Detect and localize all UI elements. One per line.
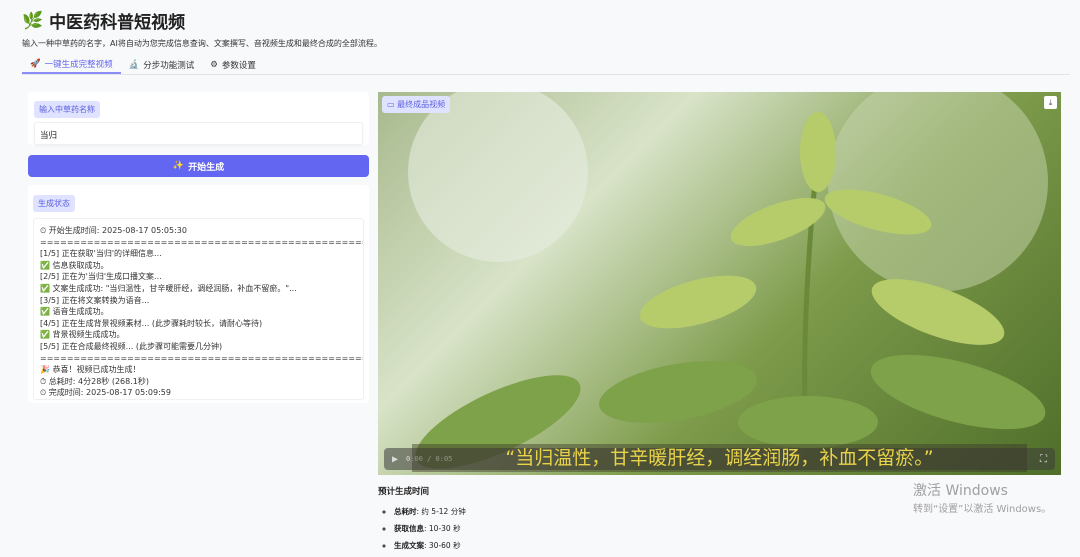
page-description: 输入一种中草药的名字，AI将自动为您完成信息查询、文案撰写、音视频生成和最终合成… [22, 39, 382, 48]
tab-bar: 🚀 一键生成完整视频 🔬 分步功能测试 ⚙ 参数设置 [22, 56, 1070, 75]
estimate-item: 总耗时: 约 5-12 分钟 [394, 506, 466, 517]
herb-icon: 🌿 [22, 10, 44, 31]
windows-activation-watermark: 激活 Windows 转到“设置”以激活 Windows。 [913, 483, 1052, 515]
gear-icon: ⚙ [210, 60, 218, 70]
tab-step-test[interactable]: 🔬 分步功能测试 [121, 56, 203, 74]
video-camera-icon: ▭ [387, 100, 398, 109]
estimate-item: 获取信息: 10-30 秒 [394, 523, 466, 534]
herb-input-label: 输入中草药名称 [34, 101, 100, 118]
video-subtitle: “当归温性，甘辛暖肝经，调经润肠，补血不留瘀。” [412, 444, 1027, 472]
fullscreen-icon[interactable]: ⛶ [1040, 454, 1047, 465]
herb-name-input[interactable]: 当归 [34, 122, 363, 145]
video-player[interactable]: ▭ 最终成品视频 ⤓ ▶ 0:00 / 0:05 ⛶ “当归温性，甘辛暖肝经，调… [378, 92, 1061, 475]
tab-settings[interactable]: ⚙ 参数设置 [202, 56, 264, 74]
play-icon[interactable]: ▶ [392, 454, 398, 465]
status-label: 生成状态 [33, 195, 75, 212]
rocket-icon: 🚀 [30, 59, 41, 69]
tab-one-click[interactable]: 🚀 一键生成完整视频 [22, 56, 121, 74]
start-generate-button[interactable]: ✨ 开始生成 [28, 155, 369, 177]
download-icon[interactable]: ⤓ [1044, 96, 1057, 109]
microscope-icon: 🔬 [128, 60, 140, 70]
herb-input-card: 输入中草药名称 当归 [28, 92, 369, 145]
estimate-title: 预计生成时间 [378, 487, 430, 497]
estimated-time-section: 预计生成时间 总耗时: 约 5-12 分钟 获取信息: 10-30 秒 生成文案… [378, 485, 466, 557]
video-frame-plant [408, 92, 1048, 475]
sparkles-icon: ✨ [172, 161, 185, 171]
status-card: 生成状态 ⏲ 开始生成时间: 2025-08-17 05:05:30 =====… [28, 185, 369, 403]
video-label: ▭ 最终成品视频 [382, 96, 451, 113]
status-log: ⏲ 开始生成时间: 2025-08-17 05:05:30 ==========… [33, 218, 364, 400]
page-title: 🌿 中医药科普短视频 [22, 10, 186, 34]
estimate-item: 生成文案: 30-60 秒 [394, 540, 466, 551]
